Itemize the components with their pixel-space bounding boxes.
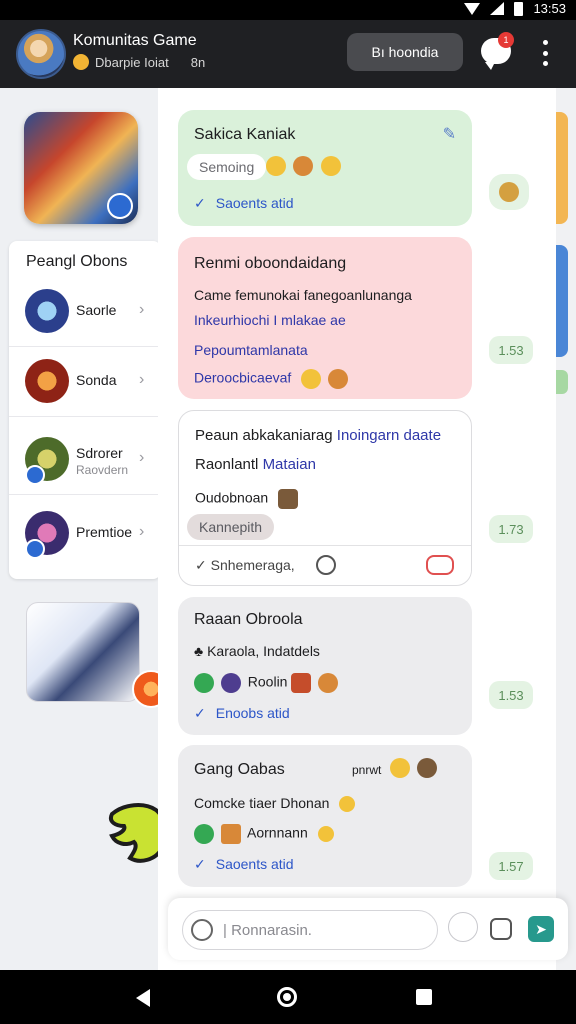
sticker-icon[interactable] bbox=[490, 918, 512, 940]
pin-icon[interactable]: ✎ bbox=[443, 124, 456, 144]
emoji-icon bbox=[194, 673, 214, 693]
box-icon bbox=[278, 489, 299, 509]
check-circle-icon bbox=[194, 824, 214, 844]
emoji-icon bbox=[320, 156, 341, 176]
check-icon: ✓ bbox=[194, 856, 206, 872]
status-pill: Semoing bbox=[187, 154, 267, 180]
message-status: ✓ Saoents atid bbox=[194, 856, 294, 872]
check-icon: ✓ bbox=[195, 557, 207, 573]
sparkle-icon bbox=[339, 796, 356, 813]
sidebar-item[interactable]: Saorle › bbox=[9, 277, 161, 347]
community-avatar[interactable] bbox=[16, 29, 66, 79]
emoji-picker-icon[interactable] bbox=[191, 919, 213, 941]
message-time: 1.73 bbox=[489, 515, 533, 543]
more-menu-icon[interactable] bbox=[538, 40, 552, 66]
home-icon[interactable] bbox=[277, 987, 297, 1007]
chat-message[interactable]: Renmi oboondaidang Came femunokai fanego… bbox=[178, 237, 472, 399]
chevron-right-icon: › bbox=[139, 449, 145, 466]
member-badge-icon bbox=[25, 465, 45, 485]
emoji-icon bbox=[291, 673, 312, 693]
peek-card[interactable] bbox=[556, 112, 568, 224]
sparkle-icon bbox=[317, 826, 334, 842]
check-icon: ✓ bbox=[194, 195, 206, 211]
system-nav-bar bbox=[0, 970, 576, 1024]
sidebar-panel: Peangl Obons Saorle › Sonda › Sdrorer Ra… bbox=[9, 241, 161, 579]
message-time: 1.53 bbox=[489, 336, 533, 364]
emoji-icon bbox=[293, 156, 314, 176]
app-header: Komunitas Game Dbarpie Ioiat 8n Bı hoond… bbox=[0, 20, 576, 88]
emoji-icon bbox=[328, 369, 349, 389]
emoji-icon bbox=[318, 673, 339, 693]
chat-message[interactable]: Peaun abkakaniarag Inoingarn daate Raonl… bbox=[178, 410, 472, 586]
recent-apps-icon[interactable] bbox=[416, 989, 432, 1005]
wifi-icon bbox=[464, 2, 481, 15]
member-avatar bbox=[25, 359, 69, 403]
chat-message[interactable]: Raaan Obroola ♣ Karaola, Indatdels Rooli… bbox=[178, 597, 472, 735]
page-title: Komunitas Game bbox=[73, 32, 197, 49]
reaction-chip[interactable] bbox=[489, 174, 529, 210]
input-placeholder: | Ronnarasin. bbox=[223, 922, 312, 939]
tag-pill: Kannepith bbox=[187, 514, 275, 540]
chat-message[interactable]: Gang Oabas pnrwt Comcke tiaer Dhonan Aor… bbox=[178, 745, 472, 887]
message-input[interactable]: | Ronnarasin. bbox=[182, 910, 438, 950]
message-reply-bar[interactable]: ✓ Snhemeraga, bbox=[179, 545, 471, 585]
message-composer: | Ronnarasin. ➤ bbox=[168, 898, 568, 960]
hero-card-image[interactable] bbox=[26, 602, 140, 702]
message-time: 1.53 bbox=[489, 681, 533, 709]
chevron-right-icon: › bbox=[139, 523, 145, 540]
peek-card[interactable] bbox=[556, 245, 568, 357]
signal-icon bbox=[490, 2, 505, 15]
header-subtitle: Dbarpie Ioiat 8n bbox=[73, 54, 205, 70]
emoji-icon bbox=[266, 156, 286, 176]
message-time: 1.57 bbox=[489, 852, 533, 880]
chevron-right-icon: › bbox=[139, 371, 145, 388]
chevron-right-icon: › bbox=[139, 301, 145, 318]
emoji-icon bbox=[73, 54, 89, 70]
battery-icon bbox=[514, 1, 524, 16]
member-badge-icon bbox=[25, 539, 45, 559]
back-icon[interactable] bbox=[136, 989, 150, 1007]
header-action-button[interactable]: Bı hoondia bbox=[347, 33, 463, 71]
emoji-icon bbox=[417, 758, 438, 778]
attach-icon[interactable] bbox=[448, 912, 478, 942]
message-status: ✓ Saoents atid bbox=[194, 195, 294, 211]
status-bar: 13:53 bbox=[0, 0, 576, 20]
check-icon: ✓ bbox=[194, 705, 206, 721]
peek-card[interactable] bbox=[556, 370, 568, 394]
sidebar-item[interactable]: Sdrorer Raovdern › bbox=[9, 425, 161, 495]
emoji-icon bbox=[390, 758, 410, 778]
status-time: 13:53 bbox=[533, 1, 566, 16]
member-avatar bbox=[25, 289, 69, 333]
send-button[interactable]: ➤ bbox=[528, 916, 554, 942]
sidebar-item[interactable]: Premtioe › bbox=[9, 499, 161, 569]
emoji-icon bbox=[220, 824, 241, 844]
emoji-icon bbox=[499, 182, 519, 202]
sidebar-panel-title: Peangl Obons bbox=[26, 253, 128, 270]
notification-badge: 1 bbox=[498, 32, 514, 48]
sidebar-item[interactable]: Sonda › bbox=[9, 347, 161, 417]
camera-icon[interactable] bbox=[426, 555, 454, 575]
emoji-icon bbox=[220, 673, 241, 693]
emoji-row bbox=[266, 156, 344, 176]
smile-icon[interactable] bbox=[316, 555, 336, 575]
emoji-icon bbox=[301, 369, 322, 389]
game-badge-icon bbox=[107, 193, 133, 219]
message-status: ✓ Enoobs atid bbox=[194, 705, 290, 721]
chat-message[interactable]: Sakica Kaniak ✎ Semoing ✓ Saoents atid bbox=[178, 110, 472, 226]
